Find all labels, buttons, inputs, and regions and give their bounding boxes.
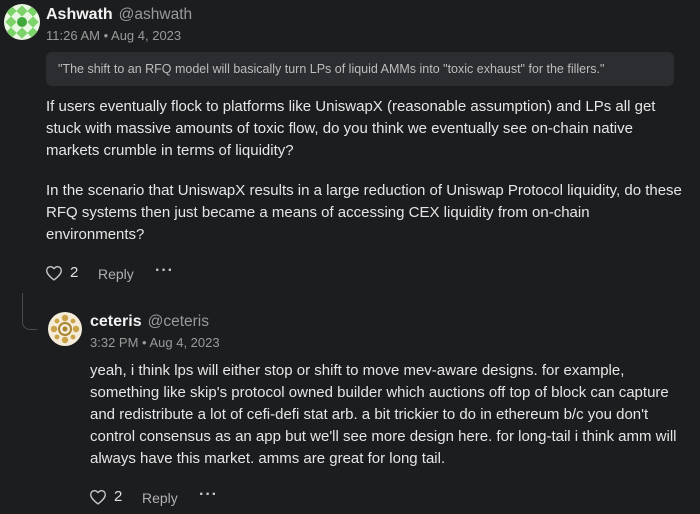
reply-like-count: 2	[114, 488, 123, 505]
reply-reply-button[interactable]: Reply	[142, 490, 178, 506]
more-options-icon[interactable]: ···	[155, 262, 174, 280]
thread-connector-line	[22, 293, 37, 330]
author-name[interactable]: Ashwath	[46, 6, 113, 23]
post-body: If users eventually flock to platforms l…	[46, 96, 686, 264]
like-count: 2	[70, 264, 79, 281]
post-author-row: Ashwath @ashwath	[46, 6, 192, 24]
reply-body: yeah, i think lps will either stop or sh…	[90, 362, 677, 467]
author-handle[interactable]: @ashwath	[119, 6, 192, 23]
reply-timestamp[interactable]: 3:32 PM • Aug 4, 2023	[90, 335, 220, 350]
avatar-ceteris[interactable]	[48, 312, 82, 346]
reply-more-options-icon[interactable]: ···	[199, 486, 218, 504]
avatar-ashwath[interactable]	[4, 4, 40, 40]
post-paragraph: If users eventually flock to platforms l…	[46, 98, 656, 159]
reply-button[interactable]: Reply	[98, 266, 134, 282]
heart-icon	[45, 265, 63, 281]
reply-author-row: ceteris @ceteris	[90, 313, 209, 331]
quoted-text-block: "The shift to an RFQ model will basicall…	[46, 52, 674, 86]
post-timestamp[interactable]: 11:26 AM • Aug 4, 2023	[46, 28, 181, 43]
like-button[interactable]: 2	[45, 264, 78, 281]
reply-author-handle[interactable]: @ceteris	[148, 313, 209, 330]
post-paragraph: In the scenario that UniswapX results in…	[46, 182, 682, 243]
reply-author-name[interactable]: ceteris	[90, 313, 142, 330]
reply-like-button[interactable]: 2	[89, 488, 122, 505]
heart-icon	[89, 489, 107, 505]
